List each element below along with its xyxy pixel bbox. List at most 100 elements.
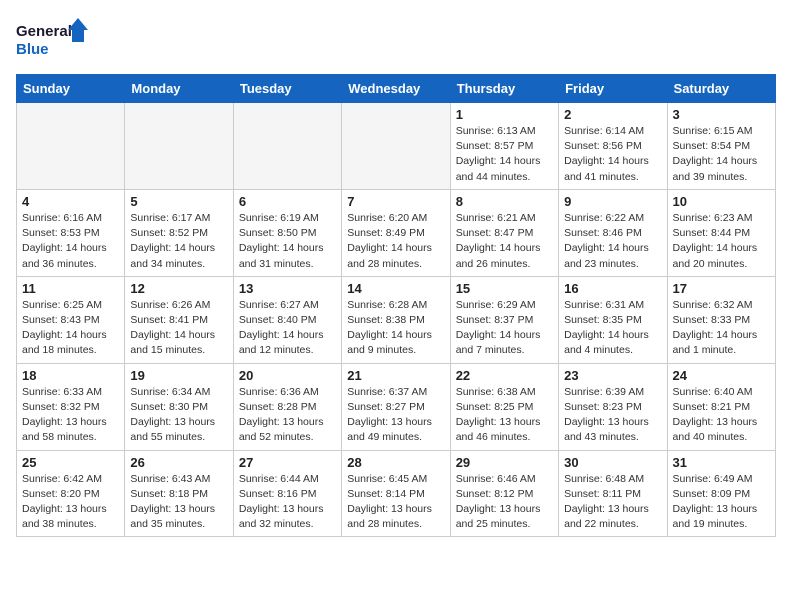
- day-number: 5: [130, 194, 227, 209]
- day-info: Sunrise: 6:40 AMSunset: 8:21 PMDaylight:…: [673, 385, 770, 446]
- day-info: Sunrise: 6:16 AMSunset: 8:53 PMDaylight:…: [22, 211, 119, 272]
- calendar-cell: 26 Sunrise: 6:43 AMSunset: 8:18 PMDayligh…: [125, 450, 233, 537]
- logo: General Blue: [16, 16, 96, 64]
- day-info: Sunrise: 6:34 AMSunset: 8:30 PMDaylight:…: [130, 385, 227, 446]
- calendar-cell: 19Sunrise: 6:34 AMSunset: 8:30 PMDayligh…: [125, 363, 233, 450]
- logo-svg: General Blue: [16, 16, 96, 64]
- calendar-cell: 27 Sunrise: 6:44 AMSunset: 8:16 PMDayligh…: [233, 450, 341, 537]
- calendar-cell: 3 Sunrise: 6:15 AMSunset: 8:54 PMDaylight…: [667, 103, 775, 190]
- day-info: Sunrise: 6:21 AMSunset: 8:47 PMDaylight:…: [456, 211, 553, 272]
- day-number: 28: [347, 455, 444, 470]
- calendar-cell: 22 Sunrise: 6:38 AMSunset: 8:25 PMDayligh…: [450, 363, 558, 450]
- calendar-table: SundayMondayTuesdayWednesdayThursdayFrid…: [16, 74, 776, 537]
- calendar-cell: [342, 103, 450, 190]
- day-number: 8: [456, 194, 553, 209]
- day-info: Sunrise: 6:29 AMSunset: 8:37 PMDaylight:…: [456, 298, 553, 359]
- calendar-week-row: 11Sunrise: 6:25 AMSunset: 8:43 PMDayligh…: [17, 276, 776, 363]
- day-number: 3: [673, 107, 770, 122]
- weekday-header-tuesday: Tuesday: [233, 75, 341, 103]
- calendar-week-row: 1 Sunrise: 6:13 AMSunset: 8:57 PMDaylight…: [17, 103, 776, 190]
- day-info: Sunrise: 6:26 AMSunset: 8:41 PMDaylight:…: [130, 298, 227, 359]
- day-info: Sunrise: 6:23 AMSunset: 8:44 PMDaylight:…: [673, 211, 770, 272]
- calendar-cell: 6 Sunrise: 6:19 AMSunset: 8:50 PMDaylight…: [233, 189, 341, 276]
- day-info: Sunrise: 6:39 AMSunset: 8:23 PMDaylight:…: [564, 385, 661, 446]
- day-info: Sunrise: 6:13 AMSunset: 8:57 PMDaylight:…: [456, 124, 553, 185]
- day-number: 12: [130, 281, 227, 296]
- calendar-cell: 1 Sunrise: 6:13 AMSunset: 8:57 PMDaylight…: [450, 103, 558, 190]
- day-number: 7: [347, 194, 444, 209]
- calendar-cell: 25Sunrise: 6:42 AMSunset: 8:20 PMDayligh…: [17, 450, 125, 537]
- calendar-cell: 4Sunrise: 6:16 AMSunset: 8:53 PMDaylight…: [17, 189, 125, 276]
- calendar-cell: 11Sunrise: 6:25 AMSunset: 8:43 PMDayligh…: [17, 276, 125, 363]
- calendar-cell: 17 Sunrise: 6:32 AMSunset: 8:33 PMDayligh…: [667, 276, 775, 363]
- page-header: General Blue: [16, 16, 776, 64]
- calendar-cell: 20 Sunrise: 6:36 AMSunset: 8:28 PMDayligh…: [233, 363, 341, 450]
- day-number: 29: [456, 455, 553, 470]
- day-info: Sunrise: 6:14 AMSunset: 8:56 PMDaylight:…: [564, 124, 661, 185]
- calendar-cell: 10 Sunrise: 6:23 AMSunset: 8:44 PMDayligh…: [667, 189, 775, 276]
- day-info: Sunrise: 6:38 AMSunset: 8:25 PMDaylight:…: [456, 385, 553, 446]
- weekday-header-row: SundayMondayTuesdayWednesdayThursdayFrid…: [17, 75, 776, 103]
- calendar-cell: 13 Sunrise: 6:27 AMSunset: 8:40 PMDayligh…: [233, 276, 341, 363]
- calendar-week-row: 4Sunrise: 6:16 AMSunset: 8:53 PMDaylight…: [17, 189, 776, 276]
- day-number: 16: [564, 281, 661, 296]
- day-number: 25: [22, 455, 119, 470]
- calendar-cell: 14 Sunrise: 6:28 AMSunset: 8:38 PMDayligh…: [342, 276, 450, 363]
- calendar-week-row: 25Sunrise: 6:42 AMSunset: 8:20 PMDayligh…: [17, 450, 776, 537]
- svg-text:General: General: [16, 23, 72, 40]
- day-number: 10: [673, 194, 770, 209]
- calendar-cell: 7Sunrise: 6:20 AMSunset: 8:49 PMDaylight…: [342, 189, 450, 276]
- day-info: Sunrise: 6:45 AMSunset: 8:14 PMDaylight:…: [347, 472, 444, 533]
- day-number: 6: [239, 194, 336, 209]
- calendar-cell: 31Sunrise: 6:49 AMSunset: 8:09 PMDayligh…: [667, 450, 775, 537]
- calendar-cell: 30 Sunrise: 6:48 AMSunset: 8:11 PMDayligh…: [559, 450, 667, 537]
- svg-text:Blue: Blue: [16, 41, 49, 58]
- calendar-cell: 8 Sunrise: 6:21 AMSunset: 8:47 PMDaylight…: [450, 189, 558, 276]
- calendar-cell: 5 Sunrise: 6:17 AMSunset: 8:52 PMDaylight…: [125, 189, 233, 276]
- day-number: 30: [564, 455, 661, 470]
- day-number: 27: [239, 455, 336, 470]
- day-number: 22: [456, 368, 553, 383]
- day-info: Sunrise: 6:37 AMSunset: 8:27 PMDaylight:…: [347, 385, 444, 446]
- day-info: Sunrise: 6:22 AMSunset: 8:46 PMDaylight:…: [564, 211, 661, 272]
- day-number: 14: [347, 281, 444, 296]
- day-number: 15: [456, 281, 553, 296]
- calendar-cell: 18 Sunrise: 6:33 AMSunset: 8:32 PMDayligh…: [17, 363, 125, 450]
- calendar-cell: 28 Sunrise: 6:45 AMSunset: 8:14 PMDayligh…: [342, 450, 450, 537]
- weekday-header-monday: Monday: [125, 75, 233, 103]
- day-number: 21: [347, 368, 444, 383]
- calendar-cell: [17, 103, 125, 190]
- day-number: 18: [22, 368, 119, 383]
- day-number: 11: [22, 281, 119, 296]
- day-info: Sunrise: 6:43 AMSunset: 8:18 PMDaylight:…: [130, 472, 227, 533]
- day-number: 24: [673, 368, 770, 383]
- calendar-week-row: 18 Sunrise: 6:33 AMSunset: 8:32 PMDayligh…: [17, 363, 776, 450]
- day-info: Sunrise: 6:28 AMSunset: 8:38 PMDaylight:…: [347, 298, 444, 359]
- weekday-header-friday: Friday: [559, 75, 667, 103]
- weekday-header-saturday: Saturday: [667, 75, 775, 103]
- calendar-cell: 15 Sunrise: 6:29 AMSunset: 8:37 PMDayligh…: [450, 276, 558, 363]
- day-info: Sunrise: 6:36 AMSunset: 8:28 PMDaylight:…: [239, 385, 336, 446]
- day-info: Sunrise: 6:48 AMSunset: 8:11 PMDaylight:…: [564, 472, 661, 533]
- day-number: 9: [564, 194, 661, 209]
- day-number: 13: [239, 281, 336, 296]
- day-info: Sunrise: 6:33 AMSunset: 8:32 PMDaylight:…: [22, 385, 119, 446]
- calendar-cell: 23Sunrise: 6:39 AMSunset: 8:23 PMDayligh…: [559, 363, 667, 450]
- day-info: Sunrise: 6:44 AMSunset: 8:16 PMDaylight:…: [239, 472, 336, 533]
- day-number: 26: [130, 455, 227, 470]
- day-info: Sunrise: 6:27 AMSunset: 8:40 PMDaylight:…: [239, 298, 336, 359]
- day-info: Sunrise: 6:19 AMSunset: 8:50 PMDaylight:…: [239, 211, 336, 272]
- day-number: 1: [456, 107, 553, 122]
- day-info: Sunrise: 6:15 AMSunset: 8:54 PMDaylight:…: [673, 124, 770, 185]
- calendar-cell: 16Sunrise: 6:31 AMSunset: 8:35 PMDayligh…: [559, 276, 667, 363]
- calendar-cell: [125, 103, 233, 190]
- calendar-cell: [233, 103, 341, 190]
- day-number: 20: [239, 368, 336, 383]
- day-number: 17: [673, 281, 770, 296]
- weekday-header-wednesday: Wednesday: [342, 75, 450, 103]
- day-info: Sunrise: 6:49 AMSunset: 8:09 PMDaylight:…: [673, 472, 770, 533]
- day-info: Sunrise: 6:17 AMSunset: 8:52 PMDaylight:…: [130, 211, 227, 272]
- calendar-cell: 2Sunrise: 6:14 AMSunset: 8:56 PMDaylight…: [559, 103, 667, 190]
- calendar-cell: 12 Sunrise: 6:26 AMSunset: 8:41 PMDayligh…: [125, 276, 233, 363]
- day-info: Sunrise: 6:32 AMSunset: 8:33 PMDaylight:…: [673, 298, 770, 359]
